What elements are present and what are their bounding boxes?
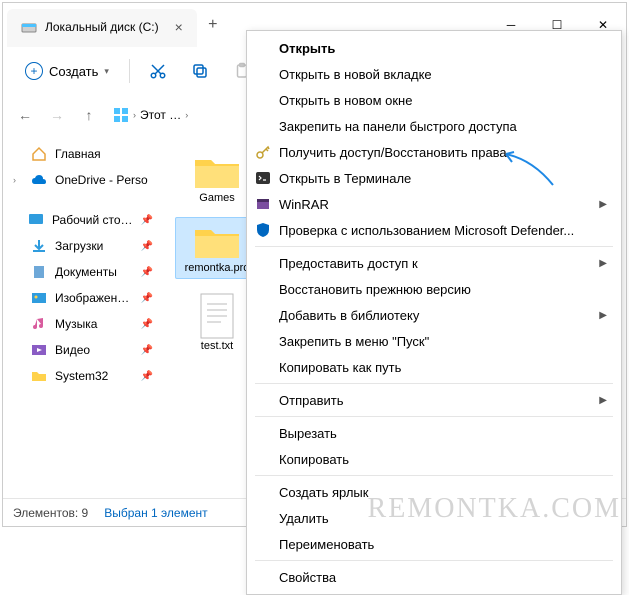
folder-icon [193,222,241,262]
menu-winrar[interactable]: WinRAR▶ [247,191,621,217]
up-button[interactable]: ↑ [75,101,103,129]
submenu-arrow-icon: ▶ [599,258,607,269]
sidebar-music[interactable]: Музыка📌 [3,311,163,337]
videos-icon [31,342,47,358]
cut-icon[interactable] [140,53,176,89]
menu-get-access[interactable]: Получить доступ/Восстановить права [247,139,621,165]
context-menu: Открыть Открыть в новой вкладке Открыть … [246,30,622,595]
disk-icon [21,19,37,35]
pin-icon: 📌 [141,371,153,382]
plus-circle-icon: + [25,62,43,80]
menu-open[interactable]: Открыть [247,35,621,61]
menu-restore-prev[interactable]: Восстановить прежнюю версию [247,276,621,302]
pictures-icon [31,290,47,306]
selection-count: Выбран 1 элемент [104,506,207,520]
text-file-icon [197,292,237,340]
pin-icon: 📌 [141,345,153,356]
pin-icon: 📌 [141,293,153,304]
sidebar-onedrive[interactable]: ›OneDrive - Perso [3,167,163,193]
tab-close-icon[interactable]: × [175,19,183,35]
menu-copy-path[interactable]: Копировать как путь [247,354,621,380]
folder-icon [31,368,47,384]
menu-open-new-window[interactable]: Открыть в новом окне [247,87,621,113]
sidebar-desktop[interactable]: Рабочий сто…📌 [3,207,163,233]
menu-cut[interactable]: Вырезать [247,420,621,446]
chevron-down-icon: ▾ [104,66,109,77]
copy-icon[interactable] [182,53,218,89]
menu-copy[interactable]: Копировать [247,446,621,472]
terminal-icon [255,170,271,186]
documents-icon [31,264,47,280]
new-tab-button[interactable]: + [197,3,229,47]
pin-icon: 📌 [141,267,153,278]
pin-icon: 📌 [141,241,153,252]
desktop-icon [28,212,44,228]
menu-give-access[interactable]: Предоставить доступ к▶ [247,250,621,276]
pc-icon [113,107,129,123]
sidebar-videos[interactable]: Видео📌 [3,337,163,363]
downloads-icon [31,238,47,254]
menu-pin-quick[interactable]: Закрепить на панели быстрого доступа [247,113,621,139]
tab-title: Локальный диск (C:) [45,20,159,34]
folder-icon [193,152,241,192]
menu-open-terminal[interactable]: Открыть в Терминале [247,165,621,191]
submenu-arrow-icon: ▶ [599,395,607,406]
music-icon [31,316,47,332]
forward-button[interactable]: → [43,101,71,129]
item-count: Элементов: 9 [13,506,88,520]
window-tab[interactable]: Локальный диск (C:) × [7,9,197,47]
sidebar-documents[interactable]: Документы📌 [3,259,163,285]
menu-send-to[interactable]: Отправить▶ [247,387,621,413]
submenu-arrow-icon: ▶ [599,310,607,321]
menu-properties[interactable]: Свойства [247,564,621,590]
menu-add-library[interactable]: Добавить в библиотеку▶ [247,302,621,328]
sidebar-home[interactable]: Главная [3,141,163,167]
create-button[interactable]: + Создать ▾ [15,56,119,86]
key-icon [255,144,271,160]
sidebar-downloads[interactable]: Загрузки📌 [3,233,163,259]
home-icon [31,146,47,162]
menu-defender[interactable]: Проверка с использованием Microsoft Defe… [247,217,621,243]
winrar-icon [255,196,271,212]
menu-rename[interactable]: Переименовать [247,531,621,557]
menu-shortcut[interactable]: Создать ярлык [247,479,621,505]
pin-icon: 📌 [141,215,153,226]
sidebar-pictures[interactable]: Изображен…📌 [3,285,163,311]
pin-icon: 📌 [141,319,153,330]
submenu-arrow-icon: ▶ [599,199,607,210]
sidebar: Главная ›OneDrive - Perso Рабочий сто…📌 … [3,135,163,498]
shield-icon [255,222,271,238]
sidebar-system32[interactable]: System32📌 [3,363,163,389]
menu-open-new-tab[interactable]: Открыть в новой вкладке [247,61,621,87]
menu-pin-start[interactable]: Закрепить в меню "Пуск" [247,328,621,354]
back-button[interactable]: ← [11,101,39,129]
cloud-icon [31,172,47,188]
menu-delete[interactable]: Удалить [247,505,621,531]
